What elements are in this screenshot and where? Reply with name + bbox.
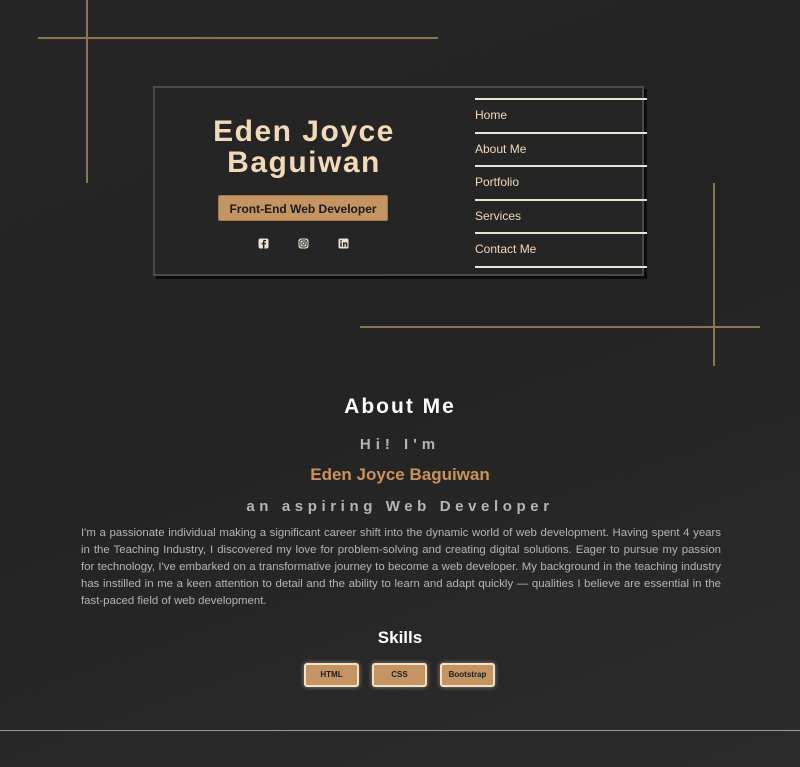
decor-line-bottom-vertical (713, 183, 715, 366)
nav-item-services[interactable]: Services (475, 201, 647, 233)
greeting: Hi! I'm (359, 436, 441, 453)
footer-divider (0, 730, 800, 731)
main-nav: Home About Me Portfolio Services Contact… (475, 98, 647, 268)
facebook-icon[interactable] (258, 236, 269, 249)
instagram-icon[interactable] (298, 236, 309, 249)
decor-line-top-horizontal (38, 37, 438, 39)
role-badge: Front-End Web Developer (218, 195, 388, 221)
nav-item-portfolio[interactable]: Portfolio (475, 167, 647, 199)
skill-badge-css[interactable]: CSS (372, 663, 427, 687)
decor-line-top-vertical (86, 0, 88, 183)
skills-title: Skills (377, 628, 423, 647)
linkedin-icon[interactable] (338, 236, 349, 249)
nav-item-about-me[interactable]: About Me (475, 134, 647, 166)
nav-item-contact-me[interactable]: Contact Me (475, 234, 647, 266)
hero-name: Eden Joyce Baguiwan (213, 115, 395, 179)
nav-item-home[interactable]: Home (475, 100, 647, 132)
hero-card: Eden Joyce Baguiwan Front-End Web Develo… (153, 86, 647, 276)
nav-divider (475, 265, 647, 268)
decor-line-bottom-horizontal (360, 326, 760, 328)
about-title: About Me (344, 395, 456, 418)
tagline: an aspiring Web Developer (246, 498, 554, 515)
skill-badge-html[interactable]: HTML (304, 663, 359, 687)
skill-badge-bootstrap[interactable]: Bootstrap (440, 663, 495, 687)
about-name: Eden Joyce Baguiwan (310, 465, 490, 484)
bio-paragraph: I'm a passionate individual making a sig… (81, 527, 721, 608)
